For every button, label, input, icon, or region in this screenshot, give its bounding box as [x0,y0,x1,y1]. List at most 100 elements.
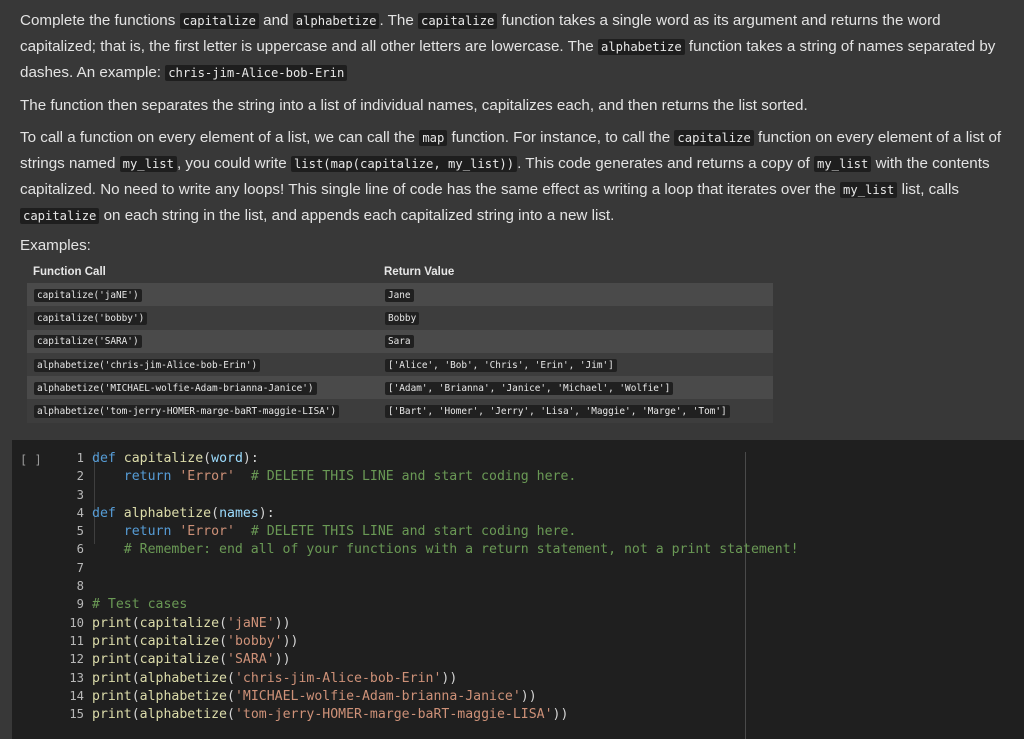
code-token: 'MICHAEL-wolfie-Adam-brianna-Janice' [234,688,521,704]
function-call-cell: capitalize('SARA') [27,329,378,353]
code-token: return [123,524,180,540]
examples-table: Function Call Return Value capitalize('j… [27,261,773,423]
text: , you could write [176,155,291,172]
code-token: )) [282,633,299,649]
text: and [258,12,293,29]
inline-code: capitalize('jaNE') [34,288,142,302]
code-token: ( [131,615,140,631]
function-call-cell: capitalize('bobby') [27,306,378,330]
code-token: )) [274,615,291,631]
code-line[interactable]: 14 print(alphabetize('MICHAEL-wolfie-Adam… [56,687,1016,705]
code-token: alphabetize [139,688,227,704]
table-header-row: Function Call Return Value [27,261,773,283]
code-token: ( [227,688,235,704]
column-header: Return Value [384,266,455,278]
table-row: capitalize('jaNE') Jane [27,283,773,307]
code-line[interactable]: 7 [56,559,1016,577]
code-token: print [92,707,132,723]
return-value-cell: ['Alice', 'Bob', 'Chris', 'Erin', 'Jim'] [378,352,773,377]
intro-paragraph: Complete the functions capitalize and al… [20,8,1004,86]
code-token: ( [211,505,220,521]
text: on each string in the list, and appends … [99,207,615,224]
map-paragraph: To call a function on every element of a… [20,125,1004,229]
inline-code: capitalize [674,130,754,146]
separate-paragraph: The function then separates the string i… [20,97,808,114]
code-line[interactable]: 6 # Remember: end all of your functions … [56,540,1016,558]
code-line[interactable]: 2 return 'Error' # DELETE THIS LINE and … [56,467,1016,485]
code-token: capitalize [139,652,220,668]
function-call-cell: alphabetize('chris-jim-Alice-bob-Erin') [27,352,378,377]
run-cell-button[interactable]: [ ] [20,453,42,467]
code-token: )) [274,652,291,668]
code-line[interactable]: 9 # Test cases [56,595,1016,613]
function-call-cell: alphabetize('tom-jerry-HOMER-marge-baRT-… [27,399,378,423]
code-token: ( [131,652,140,668]
table-row: alphabetize('chris-jim-Alice-bob-Erin') [… [27,352,773,377]
code-token: ( [227,670,235,686]
line-number: 13 [69,670,84,685]
code-cell[interactable]: [ ] 1 def capitalize(word): 2 return 'Erro… [12,440,1024,739]
code-token: # Test cases [92,597,188,613]
code-token: alphabetize [123,505,212,521]
code-line[interactable]: 8 [56,577,1016,595]
code-line[interactable]: 12 print(capitalize('SARA')) [56,650,1016,668]
code-line[interactable]: 10 print(capitalize('jaNE')) [56,614,1016,632]
code-token: print [92,615,132,631]
code-token: def [92,505,124,521]
code-token: ( [219,652,228,668]
table-row: capitalize('SARA') Sara [27,329,773,353]
code-token: ): [258,505,275,521]
code-token: def [92,451,124,466]
code-token: word [211,451,243,466]
code-line[interactable]: 13 print(alphabetize('chris-jim-Alice-bob… [56,669,1016,687]
inline-code: list(map(capitalize, my_list)) [290,156,518,172]
inline-code: ['Alice', 'Bob', 'Chris', 'Erin', 'Jim'] [385,358,617,372]
code-token: 'tom-jerry-HOMER-marge-baRT-maggie-LISA' [234,707,553,723]
code-token: 'Error' [179,469,235,485]
code-editor[interactable]: 1 def capitalize(word): 2 return 'Error' #… [56,449,1016,723]
inline-code: alphabetize [292,13,380,29]
inline-code: map [419,130,448,146]
code-line[interactable]: 5 return 'Error' # DELETE THIS LINE and … [56,522,1016,540]
code-token: alphabetize [139,670,227,686]
code-token: capitalize [139,615,220,631]
inline-code: alphabetize('chris-jim-Alice-bob-Erin') [34,358,261,372]
line-number: 5 [76,524,84,539]
code-token: print [92,652,132,668]
code-line[interactable]: 11 print(capitalize('bobby')) [56,632,1016,650]
code-line[interactable]: 15 print(alphabetize('tom-jerry-HOMER-mar… [56,705,1016,723]
code-token: ( [131,633,140,649]
inline-code: ['Adam', 'Brianna', 'Janice', 'Michael',… [385,381,674,395]
code-line[interactable]: 1 def capitalize(word): [56,449,1016,467]
table-row: alphabetize('MICHAEL-wolfie-Adam-brianna… [27,376,773,400]
inline-code: Jane [385,288,414,302]
text: Complete the functions [20,12,180,29]
code-token: ( [203,451,212,466]
examples-label: Examples: [20,237,91,254]
inline-code: alphabetize('MICHAEL-wolfie-Adam-brianna… [34,381,317,395]
code-token: 'Error' [179,524,235,540]
code-token: )) [520,688,537,704]
column-header: Function Call [33,266,106,278]
inline-code: my_list [119,156,177,172]
code-token: 'SARA' [227,652,275,668]
return-value-cell: ['Bart', 'Homer', 'Jerry', 'Lisa', 'Magg… [378,399,773,423]
text: To call a function on every element of a… [20,129,420,146]
inline-code: capitalize [179,13,259,29]
table-row: capitalize('bobby') Bobby [27,306,773,330]
code-token: names [219,505,259,521]
inline-code: capitalize [418,13,498,29]
code-line[interactable]: 3 [56,486,1016,504]
code-line[interactable]: 4 def alphabetize(names): [56,504,1016,522]
inline-code: my_list [840,182,898,198]
line-number: 2 [76,469,84,484]
code-token: 'jaNE' [227,615,275,631]
line-number: 6 [76,542,84,557]
code-token: capitalize [123,451,204,466]
code-token: # DELETE THIS LINE and start coding here… [250,469,577,485]
code-token: 'bobby' [227,633,283,649]
text: list, calls [897,181,960,198]
line-number: 3 [76,487,84,502]
